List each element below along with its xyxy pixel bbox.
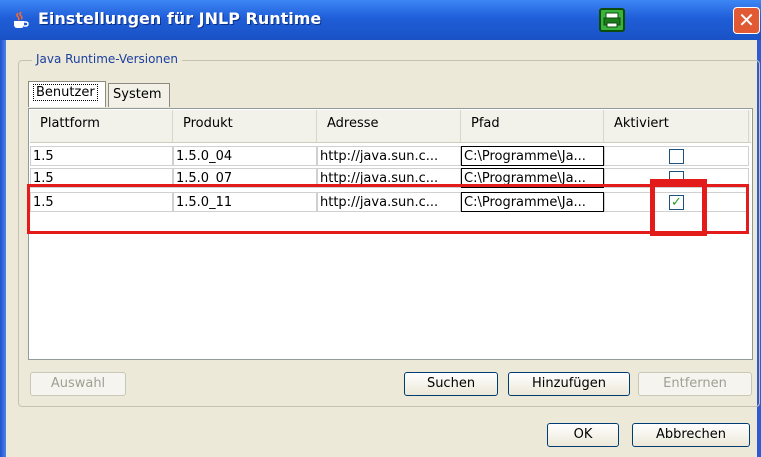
tab-label: System [113,87,162,102]
cell-plattform[interactable]: 1.5 [30,146,173,166]
cell-adresse[interactable]: http://java.sun.c... [317,146,461,166]
auswahl-button[interactable]: Auswahl [30,372,126,396]
close-button[interactable]: ✕ [733,7,760,34]
highlight-row-box [27,184,749,234]
cell-aktiviert [604,146,749,166]
printer-icon[interactable] [599,8,625,32]
cell-produkt[interactable]: 1.5.0_04 [173,146,317,166]
tab-benutzer[interactable]: Benutzer [28,81,106,107]
tab-system[interactable]: System [108,83,170,107]
column-header-pfad[interactable]: Pfad [461,110,604,142]
runtime-table: Plattform Produkt Adresse Pfad Aktiviert… [28,108,753,360]
window-border-left [0,40,6,457]
cell-pfad[interactable]: C:\Programme\Ja... [461,146,604,166]
column-header-adresse[interactable]: Adresse [317,110,461,142]
aktiviert-checkbox[interactable] [669,149,684,164]
group-label: Java Runtime-Versionen [32,52,183,66]
highlight-checkbox-box [650,179,707,236]
table-row[interactable]: 1.5 1.5.0_04 http://java.sun.c... C:\Pro… [30,146,751,166]
hinzufuegen-button[interactable]: Hinzufügen [508,372,630,396]
window-title: Einstellungen für JNLP Runtime [38,9,322,28]
ok-button[interactable]: OK [547,423,619,447]
abbrechen-button[interactable]: Abbrechen [632,423,750,447]
java-cup-icon [14,11,29,28]
column-header-produkt[interactable]: Produkt [173,110,317,142]
entfernen-button[interactable]: Entfernen [638,372,752,396]
column-header-aktiviert[interactable]: Aktiviert [604,110,749,142]
table-header: Plattform Produkt Adresse Pfad Aktiviert [30,110,751,143]
column-header-plattform[interactable]: Plattform [30,110,173,142]
title-bar: Einstellungen für JNLP Runtime ✕ [0,0,761,40]
suchen-button[interactable]: Suchen [404,372,498,396]
tab-label: Benutzer [33,84,98,101]
